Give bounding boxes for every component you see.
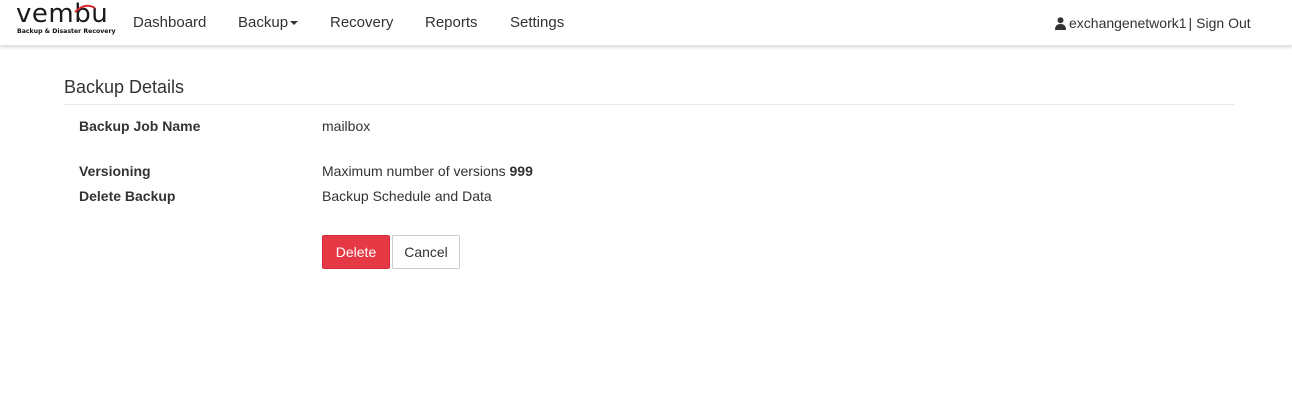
sign-out-link[interactable]: Sign Out bbox=[1196, 15, 1250, 31]
logo-swoosh-icon bbox=[74, 4, 96, 13]
page-title: Backup Details bbox=[64, 77, 185, 97]
versioning-text: Maximum number of versions bbox=[322, 163, 506, 179]
user-separator: | bbox=[1188, 15, 1193, 31]
delete-backup-label: Delete Backup bbox=[79, 188, 176, 204]
top-navbar: vembu Backup & Disaster Recovery Dashboa… bbox=[0, 0, 1292, 46]
nav-backup-label: Backup bbox=[238, 14, 289, 31]
logo-tagline: Backup & Disaster Recovery bbox=[17, 28, 116, 35]
nav-settings[interactable]: Settings bbox=[510, 14, 564, 32]
nav-dashboard[interactable]: Dashboard bbox=[133, 14, 206, 32]
vembu-logo[interactable]: vembu Backup & Disaster Recovery bbox=[16, 0, 116, 43]
versioning-label: Versioning bbox=[79, 163, 151, 179]
username[interactable]: exchangenetwork1 bbox=[1069, 15, 1187, 31]
user-area: exchangenetwork1 | Sign Out bbox=[1055, 14, 1251, 32]
nav-reports[interactable]: Reports bbox=[425, 14, 478, 32]
versioning-value: Maximum number of versions 999 bbox=[322, 162, 533, 180]
nav-recovery[interactable]: Recovery bbox=[330, 14, 393, 32]
delete-backup-value: Backup Schedule and Data bbox=[322, 188, 492, 204]
cancel-button[interactable]: Cancel bbox=[392, 235, 460, 269]
nav-backup[interactable]: Backup bbox=[238, 14, 299, 32]
user-icon bbox=[1055, 17, 1066, 30]
delete-button[interactable]: Delete bbox=[322, 235, 390, 269]
versioning-count: 999 bbox=[509, 163, 533, 179]
title-divider bbox=[64, 104, 1234, 105]
job-name-value: mailbox bbox=[322, 118, 371, 134]
job-name-label: Backup Job Name bbox=[79, 118, 201, 134]
caret-down-icon bbox=[290, 21, 299, 26]
